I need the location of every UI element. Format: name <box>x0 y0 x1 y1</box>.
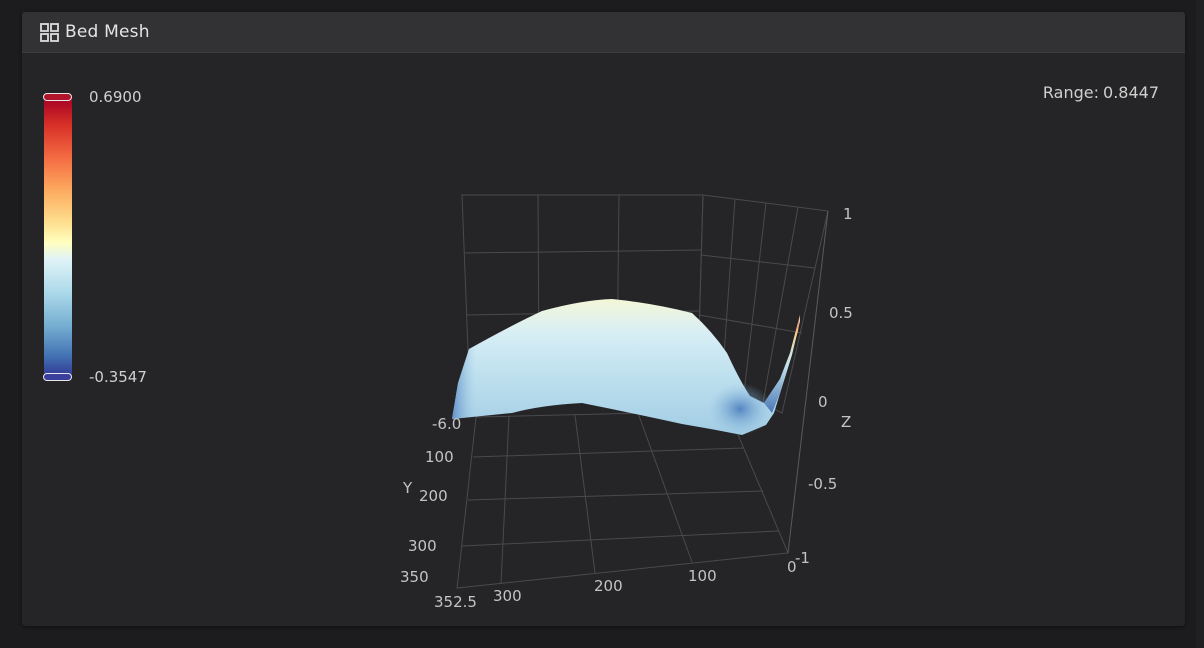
panel-body: 0.6900 -0.3547 Range: 0.8447 1 0.5 0 -0.… <box>22 53 1185 626</box>
y-tick-300: 300 <box>408 537 437 555</box>
z-axis-label: Z <box>841 413 851 431</box>
x-tick-100: 100 <box>688 567 717 585</box>
y-tick-200: 200 <box>419 487 448 505</box>
z-tick-0-5: 0.5 <box>829 304 853 322</box>
z-tick-neg-0-5: -0.5 <box>808 475 837 493</box>
floor-grid <box>456 410 789 589</box>
z-axis-line <box>787 210 829 554</box>
z-tick-1: 1 <box>843 205 853 223</box>
mesh-3d-plot[interactable]: 1 0.5 0 -0.5 Z -6.0 100 200 300 350 Y 35… <box>22 53 1185 626</box>
x-tick-300: 300 <box>493 587 522 605</box>
panel-header: Bed Mesh <box>22 12 1185 53</box>
z-tick-0: 0 <box>818 393 828 411</box>
y-tick-neg6: -6.0 <box>432 415 461 433</box>
x-tick-neg1: -1 <box>795 549 810 567</box>
x-tick-0: 0 <box>787 558 797 576</box>
scrollbar-track <box>1196 0 1204 648</box>
panel-title: Bed Mesh <box>65 22 150 42</box>
grid-icon <box>40 22 59 42</box>
y-tick-100: 100 <box>425 448 454 466</box>
bed-mesh-panel: Bed Mesh 0.6900 -0.3547 Range: 0.8447 1 … <box>22 12 1185 626</box>
y-axis-label: Y <box>402 479 413 497</box>
y-tick-350: 350 <box>400 568 429 586</box>
mesh-surface <box>452 299 800 435</box>
x-tick-352-5: 352.5 <box>434 593 477 611</box>
x-tick-200: 200 <box>594 577 623 595</box>
